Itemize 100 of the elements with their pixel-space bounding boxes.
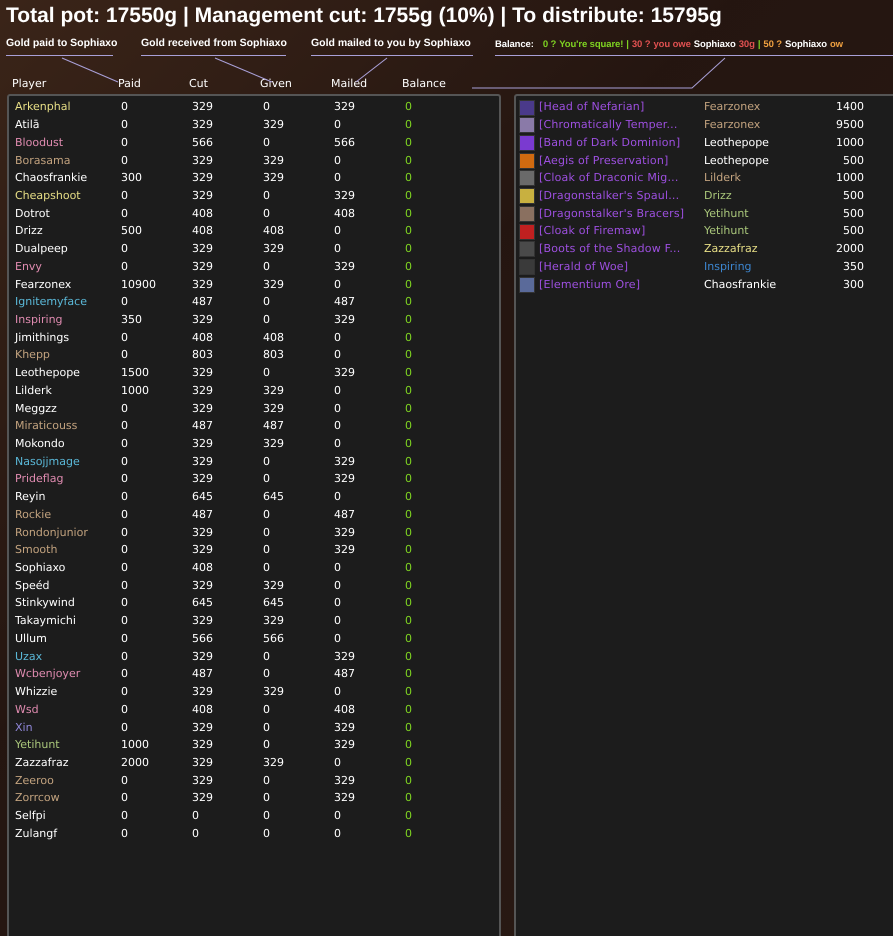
mailed-amount: 487	[334, 506, 356, 523]
item-link[interactable]: [Dragonstalker's Bracers]	[539, 206, 704, 222]
item-link[interactable]: [Boots of the Shadow F...	[539, 241, 704, 258]
balance-amount: 0	[405, 276, 413, 293]
balance-amount: 0	[405, 152, 413, 169]
winner-name: Chaosfrankie	[704, 276, 778, 293]
player-name: Khepp	[15, 347, 51, 364]
paid-amount: 0	[121, 684, 129, 700]
given-amount: 0	[263, 294, 271, 310]
item-link[interactable]: [Herald of Woe]	[539, 258, 704, 276]
player-name: Chaosfrankie	[15, 170, 88, 186]
paid-amount: 0	[121, 720, 129, 736]
player-name: Leothepope	[15, 365, 81, 382]
given-amount: 329	[263, 382, 285, 399]
player-name: Arkenphal	[15, 99, 72, 116]
given-amount: 0	[263, 560, 271, 576]
balance-amount: 0	[405, 630, 413, 647]
paid-amount: 0	[121, 630, 129, 647]
balance-amount: 0	[405, 330, 413, 346]
player-name: Zorrcow	[15, 790, 61, 806]
item-link[interactable]: [Cloak of Firemaw]	[539, 223, 704, 240]
mailed-amount: 566	[334, 134, 356, 151]
player-name: Fearzonex	[15, 276, 72, 293]
cut-amount: 329	[192, 790, 214, 806]
cut-amount: 329	[192, 400, 214, 417]
player-name: Smooth	[15, 542, 58, 558]
given-amount: 0	[263, 808, 271, 824]
balance-amount: 0	[405, 223, 413, 240]
cut-amount: 566	[192, 134, 214, 151]
mailed-amount: 0	[334, 347, 342, 364]
cut-amount: 408	[192, 702, 214, 718]
player-name: Zeeroo	[15, 772, 55, 789]
given-amount: 329	[263, 117, 285, 134]
mailed-amount: 0	[334, 382, 342, 399]
mailed-amount: 0	[334, 560, 342, 576]
given-amount: 0	[263, 826, 271, 842]
given-amount: 408	[263, 330, 285, 346]
item-link[interactable]: [Chromatically Temper...	[539, 117, 704, 134]
loot-amount: 1000	[835, 134, 864, 151]
item-icon	[519, 117, 535, 134]
balance-amount: 0	[405, 613, 413, 630]
given-amount: 0	[263, 542, 271, 558]
given-amount: 329	[263, 152, 285, 169]
given-amount: 0	[263, 99, 271, 116]
paid-amount: 0	[121, 666, 129, 682]
given-amount: 803	[263, 347, 285, 364]
item-link[interactable]: [Head of Nefarian]	[539, 99, 704, 116]
cut-amount: 803	[192, 347, 214, 364]
winner-name: Zazzafraz	[704, 241, 758, 258]
player-name: Selfpi	[15, 808, 47, 824]
cut-amount: 487	[192, 506, 214, 523]
cut-amount: 329	[192, 258, 214, 275]
item-icon	[519, 276, 535, 293]
paid-amount: 0	[121, 436, 129, 452]
cut-amount: 329	[192, 99, 214, 116]
player-name: Takaymichi	[15, 613, 77, 630]
cut-amount: 329	[192, 542, 214, 558]
item-icon	[519, 188, 535, 204]
mailed-amount: 0	[334, 630, 342, 647]
paid-amount: 350	[121, 312, 143, 328]
mailed-amount: 329	[334, 188, 356, 204]
mailed-amount: 487	[334, 666, 356, 682]
cut-amount: 329	[192, 684, 214, 700]
player-name: Wsd	[15, 702, 40, 718]
player-name: Drizz	[15, 223, 44, 240]
given-amount: 0	[263, 524, 271, 541]
paid-amount: 0	[121, 258, 129, 275]
item-link[interactable]: [Cloak of Draconic Mig...	[539, 170, 704, 187]
cut-amount: 329	[192, 117, 214, 134]
player-name: Miraticouss	[15, 418, 78, 434]
mailed-amount: 329	[334, 648, 356, 665]
mailed-amount: 408	[334, 206, 356, 222]
pot-summary: Total pot: 17550g | Management cut: 1755g (10%) | To distribute: 15795g	[5, 3, 722, 29]
paid-amount: 300	[121, 170, 143, 186]
given-amount: 329	[263, 578, 285, 594]
item-link[interactable]: [Band of Dark Dominion]	[539, 134, 704, 152]
item-link[interactable]: [Elementium Ore]	[539, 276, 704, 294]
given-amount: 329	[263, 170, 285, 186]
given-amount: 0	[263, 666, 271, 682]
winner-name: Yetihunt	[704, 223, 750, 240]
paid-amount: 0	[121, 772, 129, 789]
given-amount: 329	[263, 613, 285, 630]
leader-line	[62, 58, 118, 82]
balance-amount: 0	[405, 720, 413, 736]
given-amount: 329	[263, 241, 285, 258]
given-amount: 408	[263, 223, 285, 240]
given-amount: 566	[263, 630, 285, 647]
player-name: Bloodust	[15, 134, 64, 151]
balance-amount: 0	[405, 560, 413, 576]
paid-amount: 0	[121, 294, 129, 310]
given-amount: 0	[263, 702, 271, 718]
cut-amount: 329	[192, 170, 214, 186]
item-link[interactable]: [Dragonstalker's Spaul...	[539, 188, 704, 204]
given-amount: 0	[263, 454, 271, 470]
paid-amount: 0	[121, 542, 129, 558]
player-name: Stinkywind	[15, 595, 76, 612]
player-name: Zulangf	[15, 826, 58, 842]
given-amount: 645	[263, 595, 285, 612]
item-link[interactable]: [Aegis of Preservation]	[539, 152, 704, 170]
cut-amount: 645	[192, 595, 214, 612]
